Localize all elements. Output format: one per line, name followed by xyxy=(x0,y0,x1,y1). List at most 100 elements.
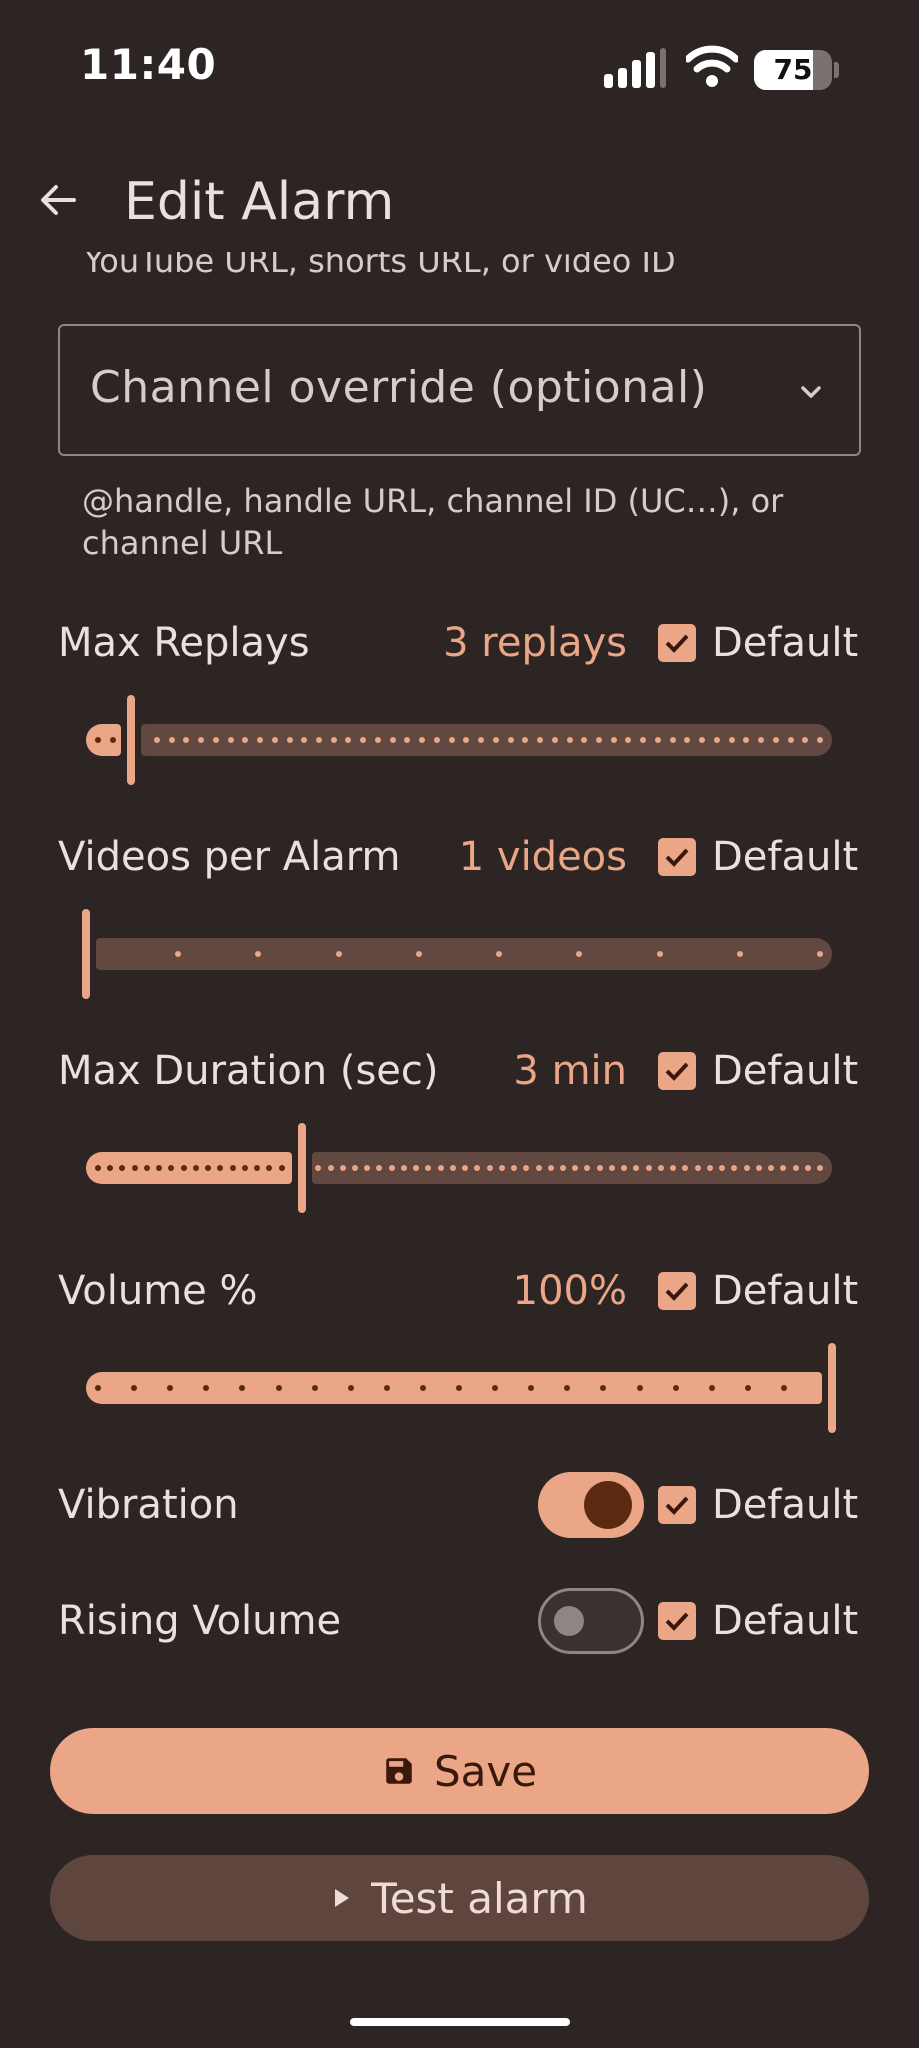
volume-slider[interactable] xyxy=(86,1338,836,1438)
chevron-down-icon xyxy=(801,386,821,398)
slider-tick xyxy=(547,1165,554,1171)
volume-default-checkbox[interactable] xyxy=(658,1272,696,1310)
slider-tick xyxy=(566,737,573,743)
slider-tick xyxy=(448,737,455,743)
slider-tick xyxy=(449,1165,456,1171)
slider-tick xyxy=(817,737,823,743)
rising-volume-default-checkbox[interactable] xyxy=(658,1602,696,1640)
slider-tick xyxy=(95,1165,101,1171)
vibration-default-checkbox[interactable] xyxy=(658,1486,696,1524)
slider-tick xyxy=(636,1385,643,1391)
slider-tick xyxy=(374,737,381,743)
slider-tick xyxy=(192,1165,199,1171)
slider-tick xyxy=(817,951,823,957)
slider-tick xyxy=(229,1165,236,1171)
rising-volume-default-label: Default xyxy=(712,1598,859,1644)
slider-tick xyxy=(744,1385,751,1391)
test-alarm-button-label: Test alarm xyxy=(371,1873,588,1923)
slider-tick xyxy=(728,737,735,743)
slider-tick xyxy=(736,951,743,957)
slider-tick xyxy=(595,737,602,743)
slider-thumb[interactable] xyxy=(82,909,90,999)
appbar-mask xyxy=(0,226,919,252)
battery-indicator: 75 xyxy=(754,50,840,90)
max-replays-default-label: Default xyxy=(712,620,859,666)
vibration-label: Vibration xyxy=(58,1482,239,1528)
slider-tick xyxy=(780,1385,787,1391)
slider-tick xyxy=(656,951,663,957)
slider-tick xyxy=(168,737,175,743)
rising-volume-switch[interactable] xyxy=(538,1588,644,1654)
slider-tick xyxy=(560,1165,567,1171)
videos-per-alarm-slider[interactable] xyxy=(82,904,832,1004)
channel-override-select[interactable]: Channel override (optional) xyxy=(58,324,861,456)
save-button[interactable]: Save xyxy=(50,1728,869,1814)
arrow-left-icon[interactable] xyxy=(38,180,78,220)
channel-override-placeholder: Channel override (optional) xyxy=(90,362,708,413)
slider-tick xyxy=(388,1165,395,1171)
test-alarm-button[interactable]: Test alarm xyxy=(50,1855,869,1941)
slider-tick xyxy=(792,1165,799,1171)
slider-tick xyxy=(433,737,440,743)
save-icon xyxy=(386,1758,412,1784)
slider-tick xyxy=(694,1165,701,1171)
slider-tick xyxy=(551,737,558,743)
max-replays-slider[interactable] xyxy=(86,690,832,790)
slider-tick xyxy=(330,737,337,743)
slider-tick xyxy=(654,737,661,743)
slider-tick xyxy=(608,1165,615,1171)
slider-tick xyxy=(95,1385,101,1391)
slider-tick xyxy=(498,1165,505,1171)
slider-tick xyxy=(275,1385,282,1391)
videos-per-alarm-default-checkbox[interactable] xyxy=(658,838,696,876)
slider-tick xyxy=(817,1165,823,1171)
slider-tick xyxy=(708,1385,715,1391)
slider-thumb[interactable] xyxy=(298,1123,306,1213)
slider-thumb[interactable] xyxy=(828,1343,836,1433)
max-duration-default-label: Default xyxy=(712,1048,859,1094)
max-duration-default-checkbox[interactable] xyxy=(658,1052,696,1090)
slider-tick xyxy=(507,737,514,743)
play-icon xyxy=(335,1889,350,1907)
slider-tick xyxy=(153,737,160,743)
volume-default-label: Default xyxy=(712,1268,859,1314)
slider-tick xyxy=(610,737,617,743)
slider-thumb[interactable] xyxy=(127,695,135,785)
vibration-switch[interactable] xyxy=(538,1472,644,1538)
slider-tick xyxy=(180,1165,187,1171)
max-duration-label: Max Duration (sec) xyxy=(58,1048,439,1094)
slider-tick xyxy=(456,1385,462,1391)
slider-tick xyxy=(95,737,101,743)
wifi-icon xyxy=(686,45,738,87)
videos-per-alarm-default-label: Default xyxy=(712,834,859,880)
home-indicator xyxy=(350,2018,570,2026)
slider-tick xyxy=(492,737,499,743)
slider-tick xyxy=(400,1165,407,1171)
save-button-label: Save xyxy=(433,1746,538,1796)
max-duration-slider[interactable] xyxy=(86,1118,832,1218)
slider-tick xyxy=(706,1165,713,1171)
slider-tick xyxy=(804,1165,811,1171)
slider-tick xyxy=(743,1165,750,1171)
slider-tick xyxy=(713,737,720,743)
max-replays-default-checkbox[interactable] xyxy=(658,624,696,662)
channel-override-helper: @handle, handle URL, channel ID (UC…), o… xyxy=(82,482,784,562)
slider-tick xyxy=(241,1165,248,1171)
slider-tick xyxy=(755,1165,762,1171)
slider-active-track xyxy=(86,1152,292,1184)
slider-tick xyxy=(758,737,765,743)
cellular-signal-icon xyxy=(604,48,666,88)
slider-tick xyxy=(383,1385,390,1391)
slider-tick xyxy=(596,1165,603,1171)
status-time: 11:40 xyxy=(80,40,217,89)
slider-tick xyxy=(143,1165,150,1171)
slider-tick xyxy=(278,1165,285,1171)
max-replays-label: Max Replays xyxy=(58,620,310,666)
slider-tick xyxy=(772,737,779,743)
slider-tick xyxy=(535,1165,542,1171)
slider-tick xyxy=(351,1165,358,1171)
slider-tick xyxy=(271,737,278,743)
videos-per-alarm-value: 1 videos xyxy=(458,834,627,880)
volume-value: 100% xyxy=(512,1268,627,1314)
max-duration-value: 3 min xyxy=(513,1048,627,1094)
